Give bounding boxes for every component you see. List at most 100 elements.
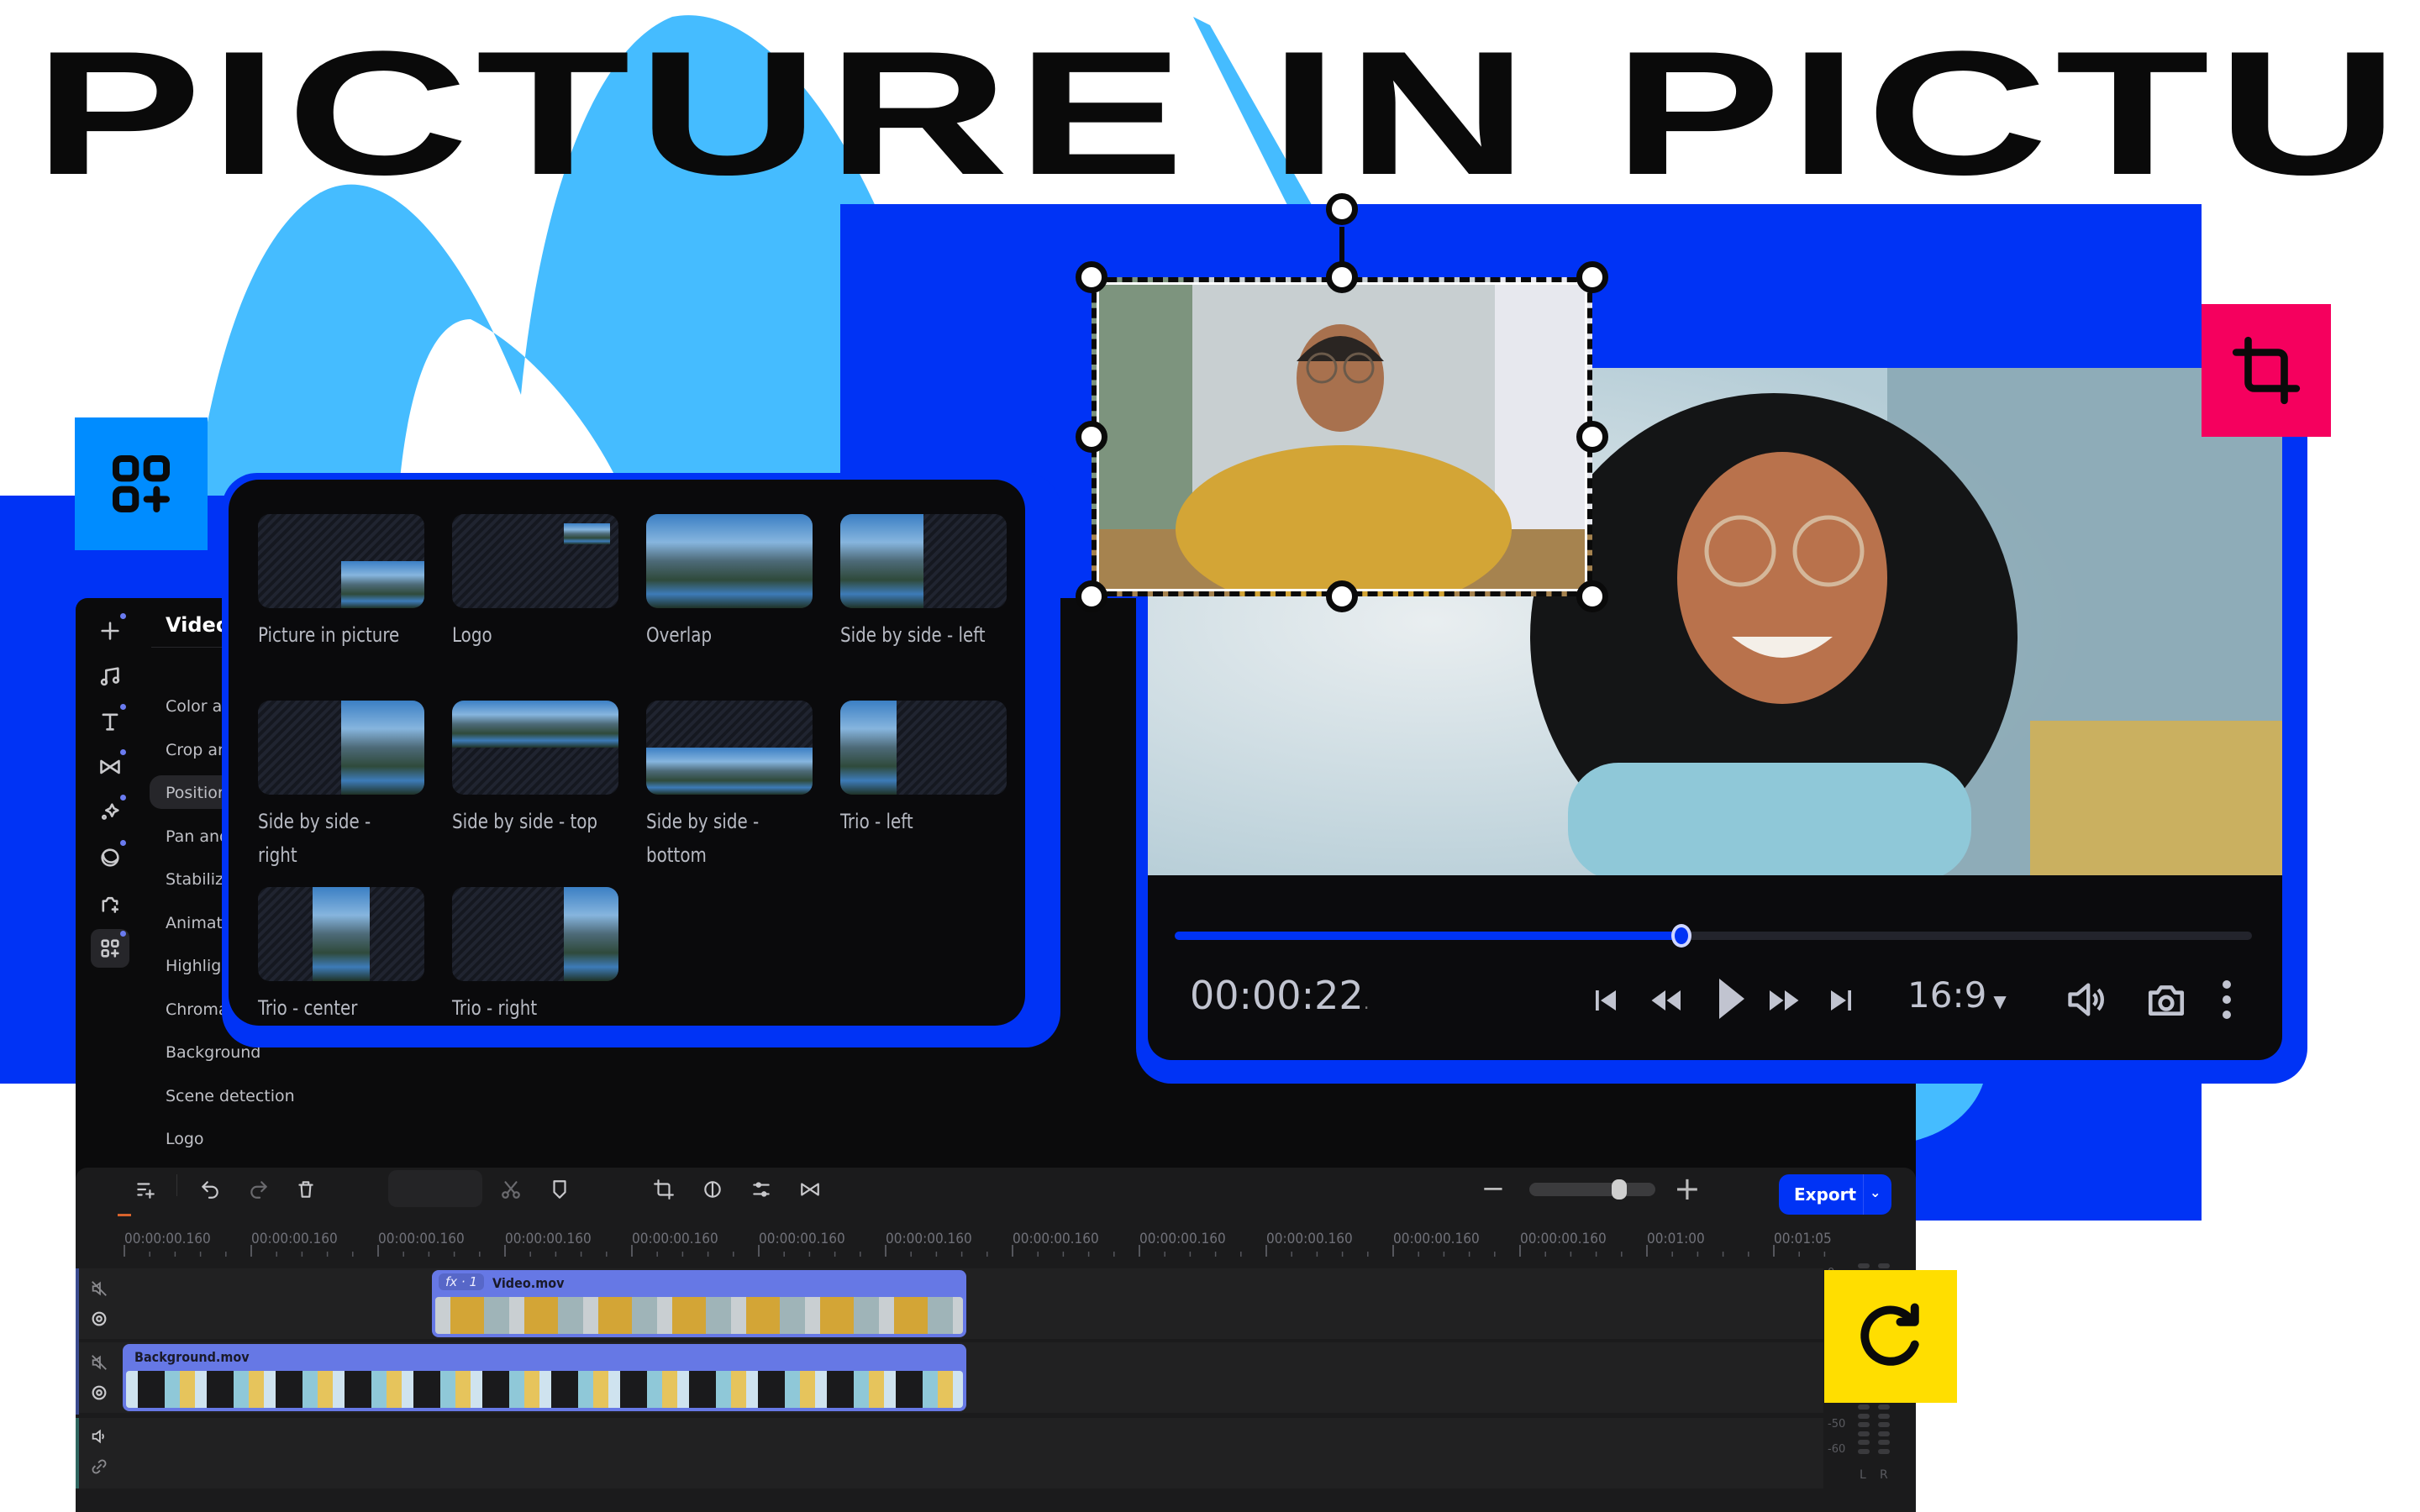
visibility-toggle[interactable] bbox=[84, 1304, 114, 1334]
rail-button-templates[interactable] bbox=[91, 929, 129, 968]
color-button[interactable] bbox=[697, 1174, 728, 1205]
tools-group-bg bbox=[388, 1170, 482, 1207]
crop-button[interactable] bbox=[649, 1174, 679, 1205]
clip-background[interactable]: Background.mov bbox=[123, 1344, 966, 1411]
current-time: 00:00:22. bbox=[1190, 973, 1370, 1018]
rail-button-stickers[interactable] bbox=[91, 884, 129, 922]
transition-button[interactable] bbox=[795, 1174, 825, 1205]
template-label: Overlap bbox=[646, 623, 713, 647]
mute-track-button[interactable] bbox=[84, 1273, 114, 1304]
zoom-out-button[interactable]: − bbox=[1481, 1174, 1506, 1203]
resize-handle-top-right[interactable] bbox=[1576, 261, 1608, 293]
template-side-top[interactable]: Side by side - top bbox=[452, 701, 618, 838]
rail-button-transitions[interactable] bbox=[91, 748, 129, 786]
redo-icon bbox=[250, 1181, 267, 1199]
rewind-button[interactable] bbox=[1645, 983, 1686, 1018]
export-button[interactable]: Export ⌄ bbox=[1779, 1174, 1891, 1215]
zoom-slider-handle[interactable] bbox=[1611, 1179, 1627, 1200]
rail-button-filters[interactable] bbox=[91, 838, 129, 877]
clip-name: Background.mov bbox=[134, 1349, 250, 1365]
fx-badge[interactable]: fx · 1 bbox=[439, 1273, 485, 1290]
template-side-left[interactable]: Side by side - left bbox=[840, 514, 1007, 652]
clip-video[interactable]: fx · 1 Video.mov bbox=[432, 1270, 966, 1337]
rotate-badge bbox=[1824, 1270, 1957, 1403]
template-pip[interactable]: Picture in picture bbox=[258, 514, 424, 652]
filters-icon bbox=[101, 848, 119, 867]
aspect-ratio-dropdown[interactable]: 16:9 ▼ bbox=[1907, 974, 2007, 1016]
chevron-down-icon: ▼ bbox=[1993, 991, 2007, 1011]
pip-selection-frame[interactable] bbox=[1092, 277, 1592, 596]
sidebar-item[interactable]: Logo bbox=[166, 1130, 204, 1148]
template-overlap[interactable]: Overlap bbox=[646, 514, 813, 652]
chevron-down-icon[interactable]: ⌄ bbox=[1870, 1184, 1881, 1200]
rail-button-plus[interactable] bbox=[91, 612, 129, 650]
meter-segment bbox=[1878, 1263, 1890, 1268]
delete-button[interactable] bbox=[291, 1174, 321, 1205]
meter-segment bbox=[1878, 1440, 1890, 1445]
template-side-bottom[interactable]: Side by side - bottom bbox=[646, 701, 813, 872]
person-face bbox=[1677, 452, 1887, 704]
template-thumbnail bbox=[840, 701, 1007, 795]
resize-handle-left[interactable] bbox=[1076, 421, 1107, 453]
music-note-icon bbox=[100, 667, 120, 686]
notification-dot bbox=[120, 795, 126, 801]
add-track-button[interactable] bbox=[130, 1174, 160, 1205]
redo-button[interactable] bbox=[244, 1174, 274, 1205]
audio-volume-button[interactable] bbox=[84, 1421, 114, 1452]
resize-handle-right[interactable] bbox=[1576, 421, 1608, 453]
zoom-in-button[interactable]: + bbox=[1674, 1173, 1701, 1205]
skip-to-end-button[interactable] bbox=[1823, 983, 1859, 1018]
adjust-button[interactable] bbox=[746, 1174, 776, 1205]
template-thumbnail bbox=[646, 514, 813, 608]
rail-button-music-note[interactable] bbox=[91, 657, 129, 696]
track-accent-audio bbox=[76, 1418, 79, 1488]
template-side-right[interactable]: Side by side - right bbox=[258, 701, 424, 872]
notification-dot bbox=[120, 704, 126, 710]
undo-button[interactable] bbox=[195, 1174, 225, 1205]
meter-channel-label: R bbox=[1880, 1468, 1888, 1482]
zoom-slider[interactable] bbox=[1529, 1183, 1655, 1196]
sidebar-item[interactable]: Position bbox=[166, 784, 228, 802]
visibility-toggle[interactable] bbox=[84, 1378, 114, 1408]
marker-button[interactable] bbox=[544, 1174, 575, 1205]
play-icon bbox=[1719, 979, 1744, 1019]
ruler-ticks bbox=[124, 1245, 1826, 1257]
resize-handle-bottom-left[interactable] bbox=[1076, 580, 1107, 612]
unlink-button[interactable] bbox=[84, 1452, 114, 1482]
template-trio-right[interactable]: Trio - right bbox=[452, 887, 618, 1025]
eye-icon bbox=[92, 1311, 107, 1326]
crop-icon bbox=[2232, 336, 2301, 405]
more-options-button[interactable] bbox=[2214, 976, 2239, 1023]
meter-segment bbox=[1858, 1422, 1870, 1427]
fast-forward-button[interactable] bbox=[1765, 983, 1805, 1018]
mute-track-button[interactable] bbox=[84, 1347, 114, 1378]
person-sweater bbox=[1568, 763, 1971, 875]
resize-handle-top[interactable] bbox=[1326, 261, 1358, 293]
play-button[interactable] bbox=[1710, 973, 1752, 1025]
resize-handle-top-left[interactable] bbox=[1076, 261, 1107, 293]
meter-channel-label: L bbox=[1860, 1468, 1866, 1482]
volume-button[interactable] bbox=[2063, 976, 2110, 1023]
template-logo[interactable]: Logo bbox=[452, 514, 618, 652]
scissors-button[interactable] bbox=[496, 1174, 526, 1205]
templates-icon bbox=[101, 939, 119, 958]
effects-sparkle-icon bbox=[101, 803, 119, 820]
rail-button-text[interactable] bbox=[91, 702, 129, 741]
snapshot-button[interactable] bbox=[2143, 976, 2190, 1023]
mute-icon bbox=[92, 1355, 107, 1370]
template-trio-left[interactable]: Trio - left bbox=[840, 701, 1007, 838]
template-label: Side by side - left bbox=[840, 623, 986, 647]
undo-icon bbox=[202, 1181, 218, 1199]
skip-to-start-button[interactable] bbox=[1588, 983, 1623, 1018]
text-icon bbox=[102, 713, 118, 731]
progress-handle[interactable] bbox=[1670, 924, 1691, 948]
template-trio-center[interactable]: Trio - center bbox=[258, 887, 424, 1025]
landscape-image bbox=[341, 701, 424, 795]
resize-handle-bottom-right[interactable] bbox=[1576, 580, 1608, 612]
sidebar-item[interactable]: Scene detection bbox=[166, 1087, 295, 1105]
landscape-image bbox=[452, 701, 618, 748]
resize-handle-bottom[interactable] bbox=[1326, 580, 1358, 612]
rotate-handle[interactable] bbox=[1326, 193, 1358, 225]
rail-button-effects-sparkle[interactable] bbox=[91, 793, 129, 832]
meter-segment bbox=[1858, 1413, 1870, 1419]
